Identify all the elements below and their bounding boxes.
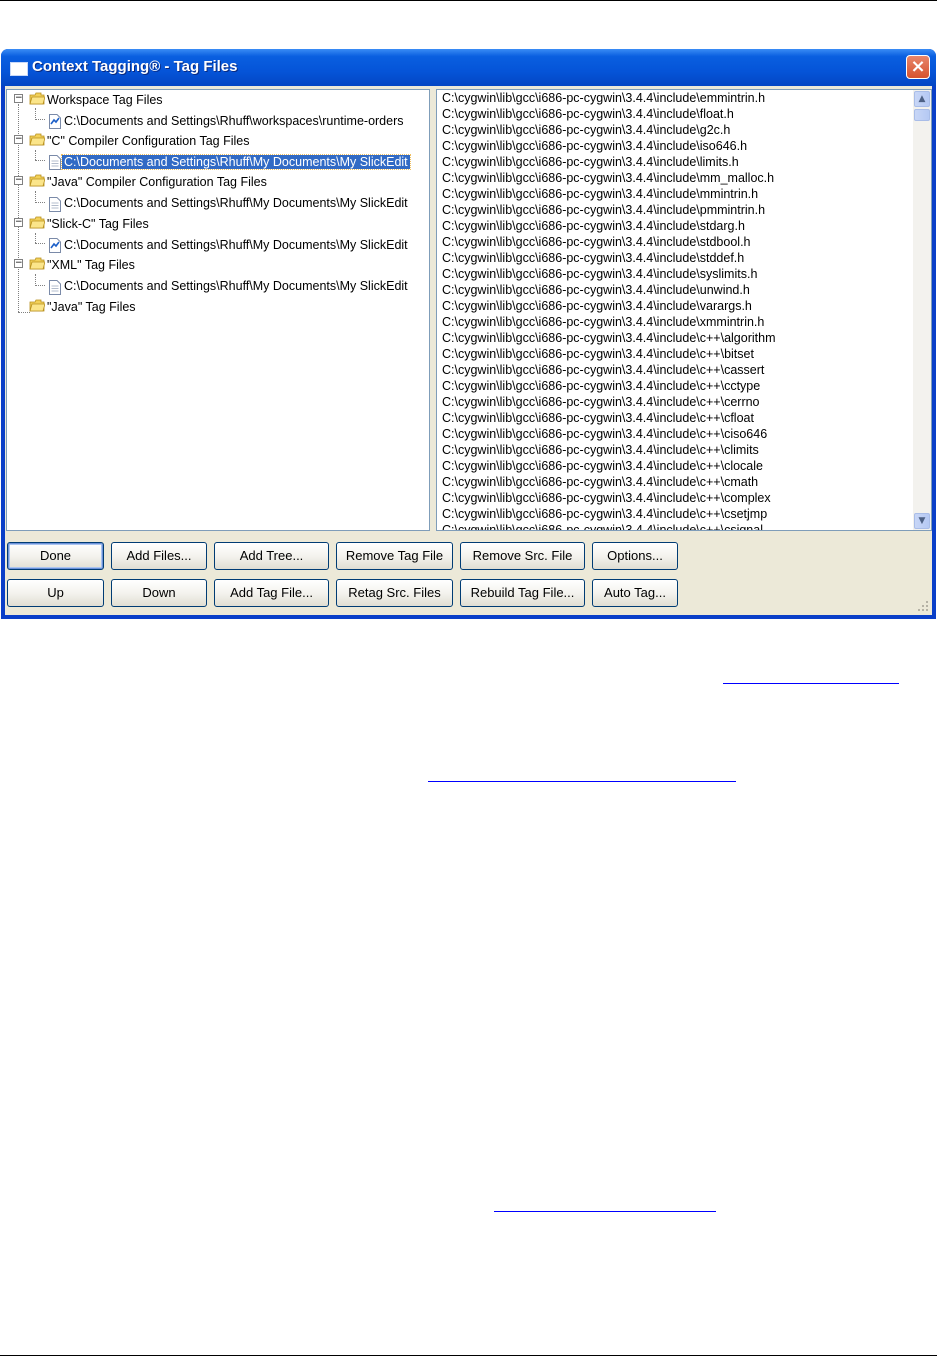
tag-file-icon — [49, 238, 61, 253]
retag-src-files-button[interactable]: Retag Src. Files — [336, 579, 453, 607]
source-file-item[interactable]: C:\cygwin\lib\gcc\i686-pc-cygwin\3.4.4\i… — [442, 202, 765, 218]
window-title: Context Tagging® - Tag Files — [32, 58, 238, 75]
source-file-item[interactable]: C:\cygwin\lib\gcc\i686-pc-cygwin\3.4.4\i… — [442, 90, 765, 106]
doc-link-underline[interactable] — [494, 1211, 716, 1212]
file-icon — [49, 280, 61, 295]
tree-item-slick-c-tag-files[interactable]: "Slick-C" Tag Files — [45, 214, 151, 234]
source-file-item[interactable]: C:\cygwin\lib\gcc\i686-pc-cygwin\3.4.4\i… — [442, 314, 764, 330]
folder-icon — [29, 174, 45, 187]
tag-file-icon — [49, 114, 61, 129]
scroll-thumb[interactable] — [914, 109, 930, 121]
folder-icon — [29, 92, 45, 105]
source-file-item[interactable]: C:\cygwin\lib\gcc\i686-pc-cygwin\3.4.4\i… — [442, 394, 760, 410]
scroll-up-icon[interactable]: ▲ — [914, 91, 930, 107]
tree-child-line — [35, 233, 36, 243]
tree-item-slick-c-tag-file[interactable]: C:\Documents and Settings\Rhuff\My Docum… — [62, 235, 410, 255]
doc-link-underline[interactable] — [723, 683, 899, 684]
source-file-item[interactable]: C:\cygwin\lib\gcc\i686-pc-cygwin\3.4.4\i… — [442, 138, 747, 154]
down-button[interactable]: Down — [111, 579, 207, 607]
tree-child-line — [35, 191, 36, 201]
file-icon — [49, 197, 61, 212]
remove-src-file-button[interactable]: Remove Src. File — [460, 542, 585, 570]
resize-grip-icon[interactable] — [917, 600, 929, 612]
tag-file-tree[interactable]: − Workspace Tag Files C:\Documents and S… — [6, 89, 430, 531]
source-file-item[interactable]: C:\cygwin\lib\gcc\i686-pc-cygwin\3.4.4\i… — [442, 122, 730, 138]
source-file-item[interactable]: C:\cygwin\lib\gcc\i686-pc-cygwin\3.4.4\i… — [442, 330, 776, 346]
tree-item-java-compiler-tag-files[interactable]: "Java" Compiler Configuration Tag Files — [45, 172, 269, 192]
options-button[interactable]: Options... — [592, 542, 678, 570]
vertical-scrollbar[interactable]: ▲ ▼ — [913, 90, 931, 530]
collapse-toggle[interactable]: − — [14, 94, 23, 103]
source-file-item[interactable]: C:\cygwin\lib\gcc\i686-pc-cygwin\3.4.4\i… — [442, 186, 758, 202]
source-file-item[interactable]: C:\cygwin\lib\gcc\i686-pc-cygwin\3.4.4\i… — [442, 410, 754, 426]
tag-files-dialog: Context Tagging® - Tag Files × − Workspa… — [1, 49, 936, 619]
tree-branch-line — [35, 202, 45, 203]
source-file-item[interactable]: C:\cygwin\lib\gcc\i686-pc-cygwin\3.4.4\i… — [442, 522, 763, 530]
source-file-list[interactable]: C:\cygwin\lib\gcc\i686-pc-cygwin\3.4.4\i… — [436, 89, 932, 531]
source-file-item[interactable]: C:\cygwin\lib\gcc\i686-pc-cygwin\3.4.4\i… — [442, 506, 767, 522]
source-file-item[interactable]: C:\cygwin\lib\gcc\i686-pc-cygwin\3.4.4\i… — [442, 378, 760, 394]
folder-icon — [29, 257, 45, 270]
add-tree-button[interactable]: Add Tree... — [214, 542, 329, 570]
tree-branch-line — [35, 285, 45, 286]
tree-item-xml-tag-files[interactable]: "XML" Tag Files — [45, 255, 137, 275]
title-bar[interactable]: Context Tagging® - Tag Files × — [1, 49, 936, 86]
scroll-down-icon[interactable]: ▼ — [914, 513, 930, 529]
doc-link-underline[interactable] — [428, 781, 736, 782]
collapse-toggle[interactable]: − — [14, 135, 23, 144]
tree-item-java-compiler-tag-file[interactable]: C:\Documents and Settings\Rhuff\My Docum… — [62, 193, 410, 213]
tree-item-c-compiler-tag-files[interactable]: "C" Compiler Configuration Tag Files — [45, 131, 251, 151]
source-file-item[interactable]: C:\cygwin\lib\gcc\i686-pc-cygwin\3.4.4\i… — [442, 266, 757, 282]
up-button[interactable]: Up — [7, 579, 104, 607]
page-bottom-rule — [0, 1355, 937, 1356]
remove-tag-file-button[interactable]: Remove Tag File — [336, 542, 453, 570]
source-file-item[interactable]: C:\cygwin\lib\gcc\i686-pc-cygwin\3.4.4\i… — [442, 170, 774, 186]
source-file-item[interactable]: C:\cygwin\lib\gcc\i686-pc-cygwin\3.4.4\i… — [442, 490, 771, 506]
add-files-button[interactable]: Add Files... — [111, 542, 207, 570]
source-file-item[interactable]: C:\cygwin\lib\gcc\i686-pc-cygwin\3.4.4\i… — [442, 106, 734, 122]
tree-branch-line — [35, 243, 45, 244]
tree-branch-line — [18, 312, 30, 313]
source-file-item[interactable]: C:\cygwin\lib\gcc\i686-pc-cygwin\3.4.4\i… — [442, 346, 754, 362]
tree-item-workspace-tag-file[interactable]: C:\Documents and Settings\Rhuff\workspac… — [62, 111, 406, 131]
source-file-item[interactable]: C:\cygwin\lib\gcc\i686-pc-cygwin\3.4.4\i… — [442, 458, 763, 474]
tree-child-line — [35, 150, 36, 160]
rebuild-tag-file-button[interactable]: Rebuild Tag File... — [460, 579, 585, 607]
source-file-item[interactable]: C:\cygwin\lib\gcc\i686-pc-cygwin\3.4.4\i… — [442, 250, 744, 266]
collapse-toggle[interactable]: − — [14, 218, 23, 227]
dialog-client-area: − Workspace Tag Files C:\Documents and S… — [5, 86, 932, 615]
page-top-rule — [0, 0, 937, 1]
collapse-toggle[interactable]: − — [14, 259, 23, 268]
tree-child-line — [35, 108, 36, 118]
source-file-item[interactable]: C:\cygwin\lib\gcc\i686-pc-cygwin\3.4.4\i… — [442, 154, 739, 170]
source-file-item[interactable]: C:\cygwin\lib\gcc\i686-pc-cygwin\3.4.4\i… — [442, 442, 759, 458]
source-file-item[interactable]: C:\cygwin\lib\gcc\i686-pc-cygwin\3.4.4\i… — [442, 426, 767, 442]
window-icon — [10, 62, 28, 76]
done-button[interactable]: Done — [7, 542, 104, 570]
tree-item-workspace-tag-files[interactable]: Workspace Tag Files — [45, 90, 165, 110]
tree-item-c-compiler-tag-file[interactable]: C:\Documents and Settings\Rhuff\My Docum… — [61, 152, 411, 172]
folder-icon — [29, 299, 45, 312]
tree-item-java-tag-files[interactable]: "Java" Tag Files — [45, 297, 138, 317]
source-file-item[interactable]: C:\cygwin\lib\gcc\i686-pc-cygwin\3.4.4\i… — [442, 218, 745, 234]
file-icon — [49, 155, 61, 170]
source-file-item[interactable]: C:\cygwin\lib\gcc\i686-pc-cygwin\3.4.4\i… — [442, 298, 752, 314]
source-file-item[interactable]: C:\cygwin\lib\gcc\i686-pc-cygwin\3.4.4\i… — [442, 362, 764, 378]
close-button[interactable]: × — [906, 55, 930, 79]
tree-child-line — [35, 274, 36, 284]
folder-icon — [29, 133, 45, 146]
tree-branch-line — [35, 160, 45, 161]
source-file-item[interactable]: C:\cygwin\lib\gcc\i686-pc-cygwin\3.4.4\i… — [442, 282, 750, 298]
source-file-item[interactable]: C:\cygwin\lib\gcc\i686-pc-cygwin\3.4.4\i… — [442, 234, 751, 250]
tree-item-xml-tag-file[interactable]: C:\Documents and Settings\Rhuff\My Docum… — [62, 276, 410, 296]
collapse-toggle[interactable]: − — [14, 176, 23, 185]
add-tag-file-button[interactable]: Add Tag File... — [214, 579, 329, 607]
source-file-item[interactable]: C:\cygwin\lib\gcc\i686-pc-cygwin\3.4.4\i… — [442, 474, 758, 490]
tree-branch-line — [35, 119, 45, 120]
auto-tag-button[interactable]: Auto Tag... — [592, 579, 678, 607]
folder-icon — [29, 216, 45, 229]
